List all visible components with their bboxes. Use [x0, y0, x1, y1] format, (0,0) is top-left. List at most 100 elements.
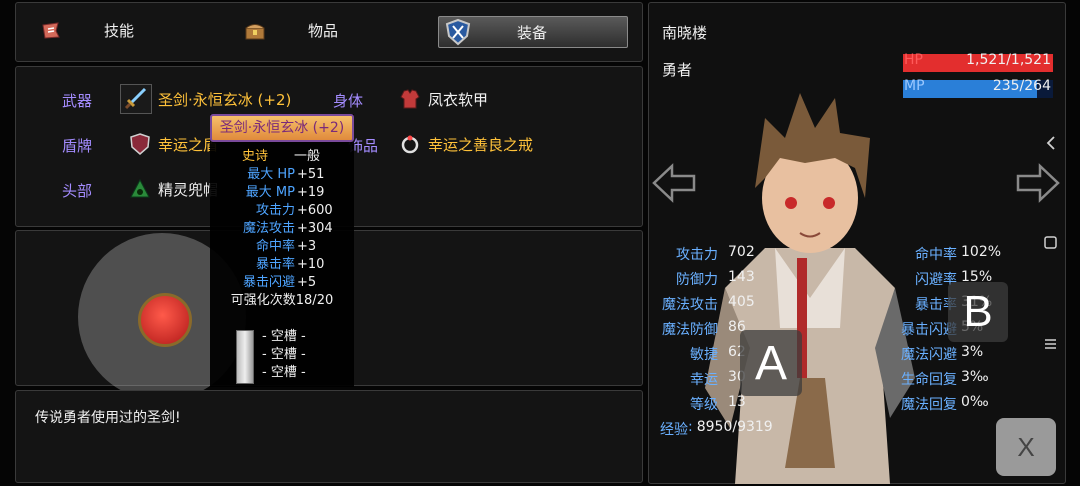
tooltip-stat-key: 命中率: [255, 239, 295, 254]
slot-head-label: 头部: [62, 182, 93, 200]
left-stat-row: 等级 13: [660, 394, 746, 414]
b-button[interactable]: B: [948, 282, 1008, 342]
stat-key: 攻击力: [676, 247, 718, 263]
stat-key: 幸运: [690, 372, 718, 388]
item-chest-icon: [245, 23, 265, 39]
x-button[interactable]: X: [996, 418, 1056, 476]
tooltip-stat-row: 最大 MP +19: [210, 184, 354, 202]
tab-skill[interactable]: 技能: [40, 20, 134, 41]
shield-slot[interactable]: 幸运之盾: [128, 132, 218, 156]
stat-key: 命中率: [915, 247, 957, 263]
a-button[interactable]: A: [740, 330, 802, 396]
tooltip-stat-value: +51: [297, 167, 325, 182]
head-slot[interactable]: 精灵兜帽: [128, 177, 218, 201]
weapon-slot[interactable]: 圣剑·永恒玄冰 (+2): [120, 84, 291, 114]
description-panel: [15, 390, 643, 483]
hood-icon: [130, 178, 150, 198]
tooltip-title: 圣剑·永恒玄冰 (+2): [210, 114, 354, 142]
tooltip-stat-key: 攻击力: [255, 203, 295, 218]
tooltip-stat-value: +10: [297, 257, 325, 272]
head-name: 精灵兜帽: [158, 180, 219, 199]
left-stat-row: 魔法攻击 405: [660, 294, 755, 314]
next-character-arrow-icon[interactable]: [1012, 158, 1062, 208]
tooltip-stat-key: 最大 MP: [245, 185, 295, 200]
tooltip-rarity: 史诗: [241, 149, 268, 164]
tab-item-label: 物品: [308, 22, 339, 40]
mp-value: 235/264: [992, 78, 1051, 94]
body-name: 凤衣软甲: [428, 90, 489, 109]
tooltip-stat-value: +600: [297, 203, 333, 218]
weapon-name: 圣剑·永恒玄冰 (+2): [158, 90, 292, 109]
right-stat-row: 生命回复 3‰: [880, 369, 989, 389]
tooltip-stat-row: 最大 HP +51: [210, 166, 354, 184]
stat-key: 等级: [690, 397, 718, 413]
stat-value: 702: [728, 244, 755, 260]
right-stat-row: 魔法闪避 3%: [880, 344, 983, 364]
left-stat-row: 魔法防御 86: [660, 319, 746, 339]
tooltip-stat-value: +5: [297, 275, 317, 290]
tooltip-stat-value: +304: [297, 221, 333, 236]
tooltip-stat-value: +19: [297, 185, 325, 200]
equipment-shield-icon: [445, 18, 471, 46]
accessory-name: 幸运之善良之戒: [428, 135, 534, 154]
character-name: 南晓楼: [662, 24, 708, 42]
stat-value: 3%: [961, 344, 984, 360]
stat-value: 3‰: [961, 369, 989, 385]
ring-icon: [401, 135, 419, 154]
stat-key: 生命回复: [901, 372, 957, 388]
left-stat-row: 攻击力 702: [660, 244, 755, 264]
stat-key: 魔法闪避: [901, 347, 957, 363]
home-nav-icon[interactable]: [1043, 235, 1059, 251]
prev-character-arrow-icon[interactable]: [650, 158, 700, 208]
left-stat-row: 经验:8950/9319: [660, 419, 773, 439]
stat-key: 防御力: [676, 272, 718, 288]
stat-value: 13: [728, 394, 746, 410]
joystick-knob[interactable]: [138, 293, 192, 347]
stat-value: 143: [728, 269, 755, 285]
slot-shield-label: 盾牌: [62, 137, 93, 155]
menu-nav-icon[interactable]: [1043, 336, 1059, 352]
tooltip-stat-row: 魔法攻击 +304: [210, 220, 354, 238]
sword-icon: [120, 84, 152, 114]
stat-key: 魔法防御: [662, 322, 718, 338]
shield-name: 幸运之盾: [158, 135, 219, 154]
tooltip-stat-value: +3: [297, 239, 317, 254]
tab-skill-label: 技能: [104, 22, 135, 40]
tooltip-socket-slot: - 空槽 -: [262, 365, 306, 380]
x-button-label: X: [1017, 431, 1035, 462]
tab-item[interactable]: 物品: [244, 20, 338, 41]
tooltip-stat-row: 命中率 +3: [210, 238, 354, 256]
slot-body-label: 身体: [333, 92, 364, 110]
hp-label: HP: [904, 52, 923, 68]
tooltip-stat-key: 最大 HP: [247, 167, 295, 182]
right-stat-row: 命中率 102%: [880, 244, 1001, 264]
stat-key: 暴击率: [915, 297, 957, 313]
stat-key: 经验: [660, 422, 688, 438]
tooltip-stat-key: 暴击闪避: [242, 275, 295, 290]
tooltip-stat-row: 暴击闪避 +5: [210, 274, 354, 292]
stat-value: 102%: [961, 244, 1002, 260]
stat-colon: :: [688, 419, 693, 435]
body-slot[interactable]: 凤衣软甲: [398, 87, 488, 111]
stat-key: 暴击闪避: [901, 322, 957, 338]
tab-equipment[interactable]: 装备: [438, 16, 628, 48]
left-stat-row: 防御力 143: [660, 269, 755, 289]
b-button-label: B: [963, 287, 993, 336]
tooltip-stat-key: 暴击率: [255, 257, 295, 272]
tooltip-stat-row: 攻击力 +600: [210, 202, 354, 220]
tooltip-socket-slot: - 空槽 -: [262, 329, 306, 344]
tab-equipment-label: 装备: [517, 23, 548, 42]
tooltip-stat-key: 魔法攻击: [242, 221, 295, 236]
hp-value: 1,521/1,521: [966, 52, 1051, 68]
left-stat-row: 幸运 30: [660, 369, 746, 389]
left-stat-row: 敏捷 62: [660, 344, 746, 364]
stat-key: 魔法攻击: [662, 297, 718, 313]
character-class: 勇者: [662, 61, 693, 79]
item-description: 传说勇者使用过的圣剑!: [35, 410, 181, 426]
accessory-slot[interactable]: 幸运之善良之戒: [398, 132, 533, 156]
skill-flag-icon: [42, 21, 60, 39]
back-nav-icon[interactable]: [1043, 134, 1059, 152]
right-stat-row: 魔法回复 0‰: [880, 394, 989, 414]
a-button-label: A: [754, 336, 787, 390]
armor-icon: [400, 89, 420, 109]
